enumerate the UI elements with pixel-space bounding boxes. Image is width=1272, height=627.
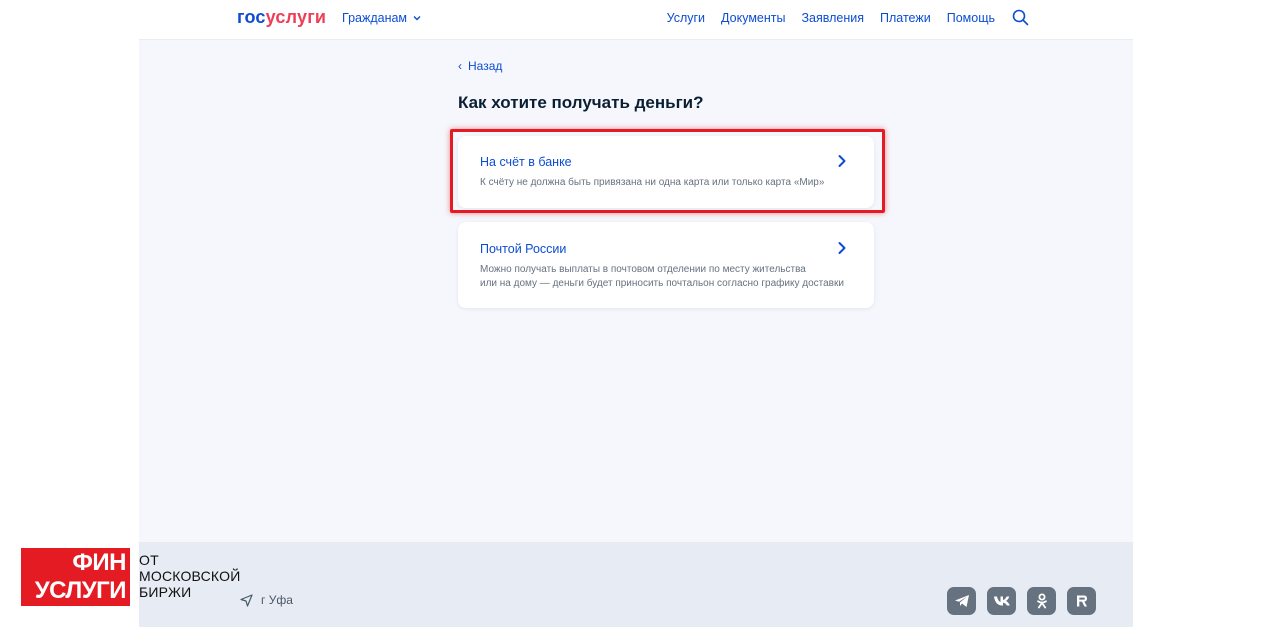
watermark-line: ФИН — [72, 549, 126, 576]
nav-payments[interactable]: Платежи — [880, 11, 931, 25]
location-arrow-icon — [240, 593, 253, 607]
chevron-right-icon — [838, 155, 846, 167]
odnoklassniki-icon[interactable] — [1027, 587, 1056, 615]
option-description-line: Можно получать выплаты в почтовом отделе… — [480, 264, 806, 275]
option-title: На счёт в банке — [480, 155, 572, 169]
watermark-line: УСЛУГИ — [34, 577, 127, 604]
watermark-caption-line: БИРЖИ — [139, 584, 192, 600]
nav-help[interactable]: Помощь — [947, 11, 995, 25]
option-description: К счёту не должна быть привязана ни одна… — [480, 176, 824, 190]
option-title: Почтой России — [480, 242, 567, 256]
watermark-caption-line: МОСКОВСКОЙ — [139, 568, 241, 584]
logo-part-uslugi: услуги — [265, 7, 327, 27]
option-description-line: К счёту не должна быть привязана ни одна… — [480, 177, 825, 188]
gosuslugi-logo[interactable]: госуслуги — [237, 7, 326, 28]
site-header: госуслуги Гражданам Услуги Документы Зая… — [139, 0, 1133, 40]
location-selector[interactable]: г Уфа — [240, 593, 293, 607]
citizens-dropdown[interactable]: Гражданам — [342, 11, 422, 25]
option-russian-post[interactable]: Почтой России Можно получать выплаты в п… — [458, 222, 874, 308]
location-label: г Уфа — [261, 593, 293, 607]
app-frame: госуслуги Гражданам Услуги Документы Зая… — [0, 0, 1272, 627]
nav-services[interactable]: Услуги — [667, 11, 705, 25]
back-link[interactable]: ‹ Назад — [458, 59, 502, 73]
chevron-right-icon — [838, 242, 846, 254]
finuslugi-watermark-caption: ОТ МОСКОВСКОЙ БИРЖИ — [139, 552, 240, 600]
citizens-label: Гражданам — [342, 11, 408, 25]
page-title: Как хотите получать деньги? — [458, 93, 704, 112]
vk-icon[interactable] — [987, 587, 1016, 615]
option-description: Можно получать выплаты в почтовом отделе… — [480, 263, 844, 291]
option-bank-account[interactable]: На счёт в банке К счёту не должна быть п… — [458, 136, 874, 208]
watermark-caption-line: ОТ — [139, 552, 159, 568]
main-nav: Услуги Документы Заявления Платежи Помощ… — [667, 11, 995, 25]
logo-part-gos: гос — [237, 7, 266, 27]
social-links — [947, 587, 1096, 615]
back-label: Назад — [468, 59, 503, 73]
nav-applications[interactable]: Заявления — [801, 11, 864, 25]
telegram-icon[interactable] — [947, 587, 976, 615]
finuslugi-watermark-badge: ФИН УСЛУГИ — [21, 548, 130, 606]
search-icon[interactable] — [1012, 9, 1029, 26]
rutube-icon[interactable] — [1067, 587, 1096, 615]
chevron-down-icon — [413, 16, 421, 21]
chevron-left-icon: ‹ — [458, 59, 462, 73]
nav-documents[interactable]: Документы — [721, 11, 785, 25]
option-description-line: или на дому — деньги будет приносить поч… — [480, 278, 844, 289]
